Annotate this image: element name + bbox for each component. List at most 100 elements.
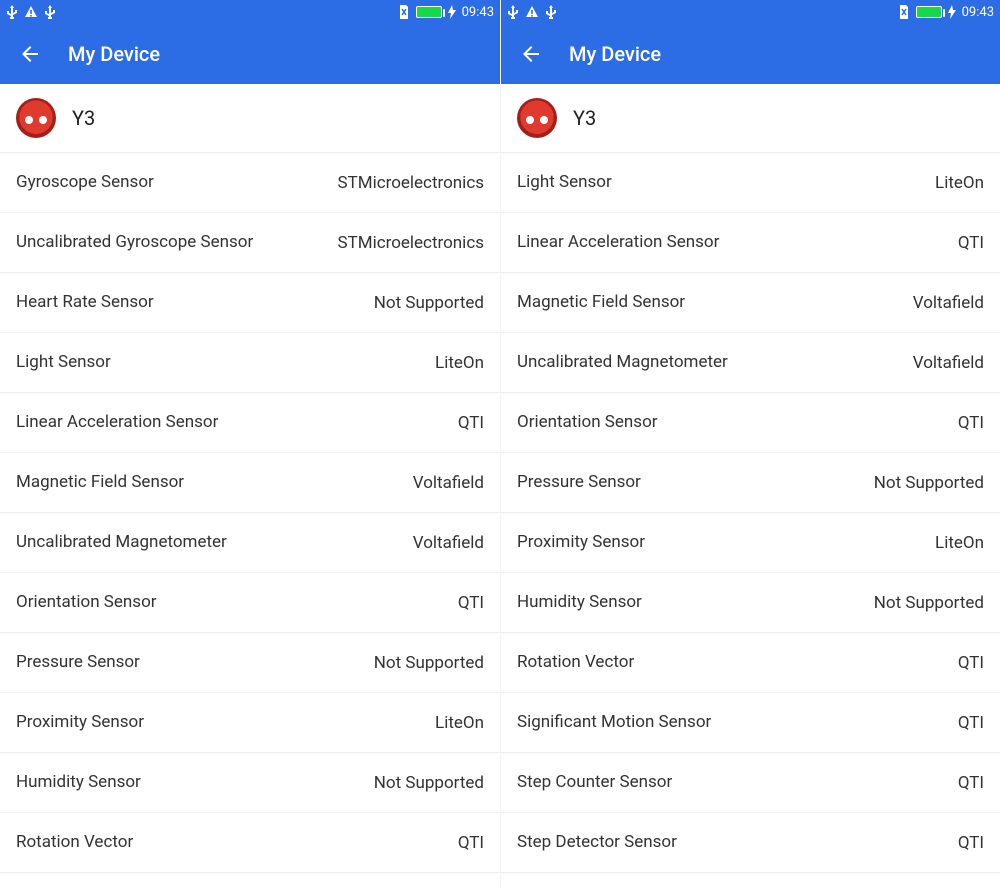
back-button[interactable] (517, 40, 545, 68)
sensor-label: Magnetic Field Sensor (517, 291, 685, 314)
app-bar: My Device (0, 24, 500, 84)
list-item[interactable]: Proximity Sensor LiteOn (501, 513, 1000, 573)
sensor-label: Uncalibrated Magnetometer (517, 351, 728, 374)
list-item[interactable]: Humidity SensorNot Supported (0, 753, 500, 813)
device-name: Y3 (573, 106, 596, 130)
warning-icon (525, 5, 539, 19)
list-item[interactable]: Pressure Sensor Not Supported (0, 633, 500, 693)
sensor-label: Step Counter Sensor (517, 771, 672, 794)
sensor-label: Significant Motion Sensor (517, 711, 711, 734)
sensor-value: Voltafield (413, 473, 484, 493)
list-item[interactable]: Proximity SensorLiteOn (0, 693, 500, 753)
sensor-label: Light Sensor (517, 171, 612, 194)
sensor-label: Humidity Sensor (16, 771, 141, 794)
list-item[interactable]: Heart Rate Sensor Not Supported (0, 273, 500, 333)
sensor-value: QTI (458, 593, 484, 613)
list-item[interactable]: Gyroscope Sensor STMicroelectronics (0, 153, 500, 213)
sensor-value: Voltafield (413, 533, 484, 553)
sensor-label: Humidity Sensor (517, 591, 642, 614)
sensor-value: QTI (958, 713, 984, 733)
warning-icon (24, 5, 38, 19)
sensor-value: Voltafield (913, 293, 984, 313)
list-item[interactable]: Rotation Vector QTI (0, 813, 500, 873)
sensor-value: QTI (958, 653, 984, 673)
sensor-value: Not Supported (874, 593, 984, 613)
sensor-label: Rotation Vector (517, 651, 634, 674)
page-title: My Device (569, 42, 661, 66)
app-bar: My Device (501, 24, 1000, 84)
app-logo-icon (517, 98, 557, 138)
sensor-label: Magnetic Field Sensor (16, 471, 184, 494)
list-item[interactable]: Linear Acceleration Sensor QTI (501, 213, 1000, 273)
list-item[interactable]: Orientation Sensor QTI (501, 393, 1000, 453)
sensor-label: Heart Rate Sensor (16, 291, 154, 314)
sensor-value: LiteOn (935, 533, 984, 553)
status-bar: 09:43 (501, 0, 1000, 24)
list-item[interactable]: Step Detector SensorQTI (501, 813, 1000, 873)
list-item[interactable]: Linear Acceleration Sensor QTI (0, 393, 500, 453)
list-item[interactable]: Humidity Sensor Not Supported (501, 573, 1000, 633)
sensor-label: Step Detector Sensor (517, 831, 677, 854)
list-item[interactable]: Light Sensor LiteOn (501, 153, 1000, 213)
list-item[interactable]: Uncalibrated Magnetometer Voltafield (501, 333, 1000, 393)
sensor-value: Not Supported (874, 473, 984, 493)
list-item[interactable]: Step Counter Sensor QTI (501, 753, 1000, 813)
sensor-value: STMicroelectronics (337, 233, 484, 253)
list-item[interactable]: Magnetic Field Sensor Voltafield (501, 273, 1000, 333)
back-button[interactable] (16, 40, 44, 68)
sensor-value: QTI (458, 413, 484, 433)
device-header[interactable]: Y3 (501, 84, 1000, 153)
sensor-label: Pressure Sensor (16, 651, 140, 674)
sensor-value: LiteOn (935, 173, 984, 193)
usb-icon (545, 5, 557, 19)
sensor-label: Pressure Sensor (517, 471, 641, 494)
charging-icon (948, 5, 956, 19)
sensor-label: Linear Acceleration Sensor (16, 411, 218, 434)
list-item[interactable]: Uncalibrated Magnetometer Voltafield (0, 513, 500, 573)
charging-icon (448, 5, 456, 19)
list-item[interactable]: Pressure Sensor Not Supported (501, 453, 1000, 513)
sensor-list[interactable]: Light Sensor LiteOn Linear Acceleration Se… (501, 153, 1000, 888)
page-title: My Device (68, 42, 160, 66)
list-item[interactable]: Uncalibrated Gyroscope Sensor STMicroelec… (0, 213, 500, 273)
device-name: Y3 (72, 106, 95, 130)
list-item[interactable]: Significant Motion Sensor QTI (501, 693, 1000, 753)
right-pane: 09:43 My Device Y3 Light Sensor LiteOn Lin… (500, 0, 1000, 888)
usb-icon (44, 5, 56, 19)
sensor-label: Orientation Sensor (517, 411, 658, 434)
status-time: 09:43 (462, 5, 494, 20)
sensor-label: Uncalibrated Gyroscope Sensor (16, 231, 253, 254)
device-header[interactable]: Y3 (0, 84, 500, 153)
list-item[interactable]: Light Sensor LiteOn (0, 333, 500, 393)
battery-icon (416, 6, 442, 18)
sensor-label: Proximity Sensor (517, 531, 645, 554)
usb-icon (507, 5, 519, 19)
sensor-value: LiteOn (435, 353, 484, 373)
status-bar: 09:43 (0, 0, 500, 24)
usb-icon (6, 5, 18, 19)
sensor-label: Light Sensor (16, 351, 111, 374)
app-logo-icon (16, 98, 56, 138)
list-item[interactable]: Rotation Vector QTI (501, 633, 1000, 693)
sensor-label: Gyroscope Sensor (16, 171, 154, 194)
sensor-label: Linear Acceleration Sensor (517, 231, 719, 254)
sensor-value: QTI (958, 773, 984, 793)
sensor-value: QTI (958, 413, 984, 433)
sensor-list[interactable]: Gyroscope SensorSTMicroelectronicsUncali… (0, 153, 500, 888)
list-item[interactable]: Magnetic Field Sensor Voltafield (0, 453, 500, 513)
sensor-value: Not Supported (374, 293, 484, 313)
arrow-back-icon (18, 42, 42, 66)
no-sim-icon (898, 5, 910, 19)
left-pane: 09:43 My Device Y3 Gyroscope Sensor STMic… (0, 0, 500, 888)
sensor-value: Voltafield (913, 353, 984, 373)
sensor-label: Uncalibrated Magnetometer (16, 531, 227, 554)
list-item[interactable]: Orientation SensorQTI (0, 573, 500, 633)
arrow-back-icon (519, 42, 543, 66)
sensor-value: Not Supported (374, 653, 484, 673)
sensor-value: LiteOn (435, 713, 484, 733)
sensor-value: STMicroelectronics (337, 173, 484, 193)
status-time: 09:43 (962, 5, 994, 20)
sensor-value: QTI (958, 233, 984, 253)
sensor-label: Rotation Vector (16, 831, 133, 854)
sensor-value: QTI (458, 833, 484, 853)
